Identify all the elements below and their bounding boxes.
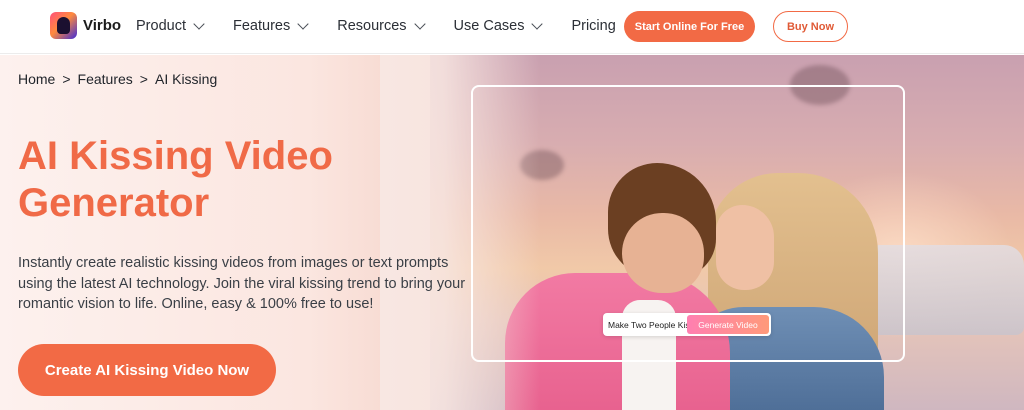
menu-item-use-cases[interactable]: Use Cases xyxy=(453,17,544,34)
page-title: AI Kissing Video Generator xyxy=(18,133,358,227)
hero-section: Make Two People Kiss Generate Video Home… xyxy=(0,55,1024,410)
chevron-down-icon xyxy=(193,17,205,30)
page-title-line1: AI Kissing Video xyxy=(18,134,333,178)
generate-video-button[interactable]: Generate Video xyxy=(687,315,769,334)
breadcrumb-separator: > xyxy=(139,71,148,87)
chevron-down-icon xyxy=(531,17,544,30)
page-title-line2: Generator xyxy=(18,181,210,225)
demo-prompt-bar: Make Two People Kiss Generate Video xyxy=(603,313,771,336)
menu-item-product[interactable]: Product xyxy=(136,17,205,34)
breadcrumb-current: AI Kissing xyxy=(154,71,218,87)
breadcrumb-separator: > xyxy=(62,71,71,87)
chevron-down-icon xyxy=(413,17,426,30)
menu-item-label: Resources xyxy=(337,18,407,34)
breadcrumb-home[interactable]: Home xyxy=(18,71,55,87)
menu-item-label: Features xyxy=(232,18,291,34)
create-video-button[interactable]: Create AI Kissing Video Now xyxy=(18,344,276,396)
menu-item-features[interactable]: Features xyxy=(232,17,309,34)
menu-item-label: Pricing xyxy=(571,18,616,34)
menu-item-pricing[interactable]: Pricing xyxy=(571,18,615,34)
menu-item-label: Product xyxy=(136,18,186,34)
start-online-button[interactable]: Start Online For Free xyxy=(624,11,755,42)
menu-item-resources[interactable]: Resources xyxy=(337,17,426,34)
virbo-logo-icon xyxy=(50,12,77,39)
hero-description: Instantly create realistic kissing video… xyxy=(18,255,466,312)
menu-item-label: Use Cases xyxy=(453,18,525,34)
breadcrumb-features[interactable]: Features xyxy=(78,71,133,87)
brand-logo[interactable]: Virbo xyxy=(50,12,121,39)
buy-now-button[interactable]: Buy Now xyxy=(773,11,848,42)
chevron-down-icon xyxy=(297,17,309,30)
demo-prompt-text: Make Two People Kiss xyxy=(608,319,694,330)
top-navigation: Virbo Product Features Resources Use Cas… xyxy=(0,0,1024,54)
main-menu: Product Features Resources Use Cases Pri… xyxy=(136,17,646,34)
brand-name: Virbo xyxy=(83,17,122,34)
breadcrumb: Home > Features > AI Kissing xyxy=(18,71,217,87)
